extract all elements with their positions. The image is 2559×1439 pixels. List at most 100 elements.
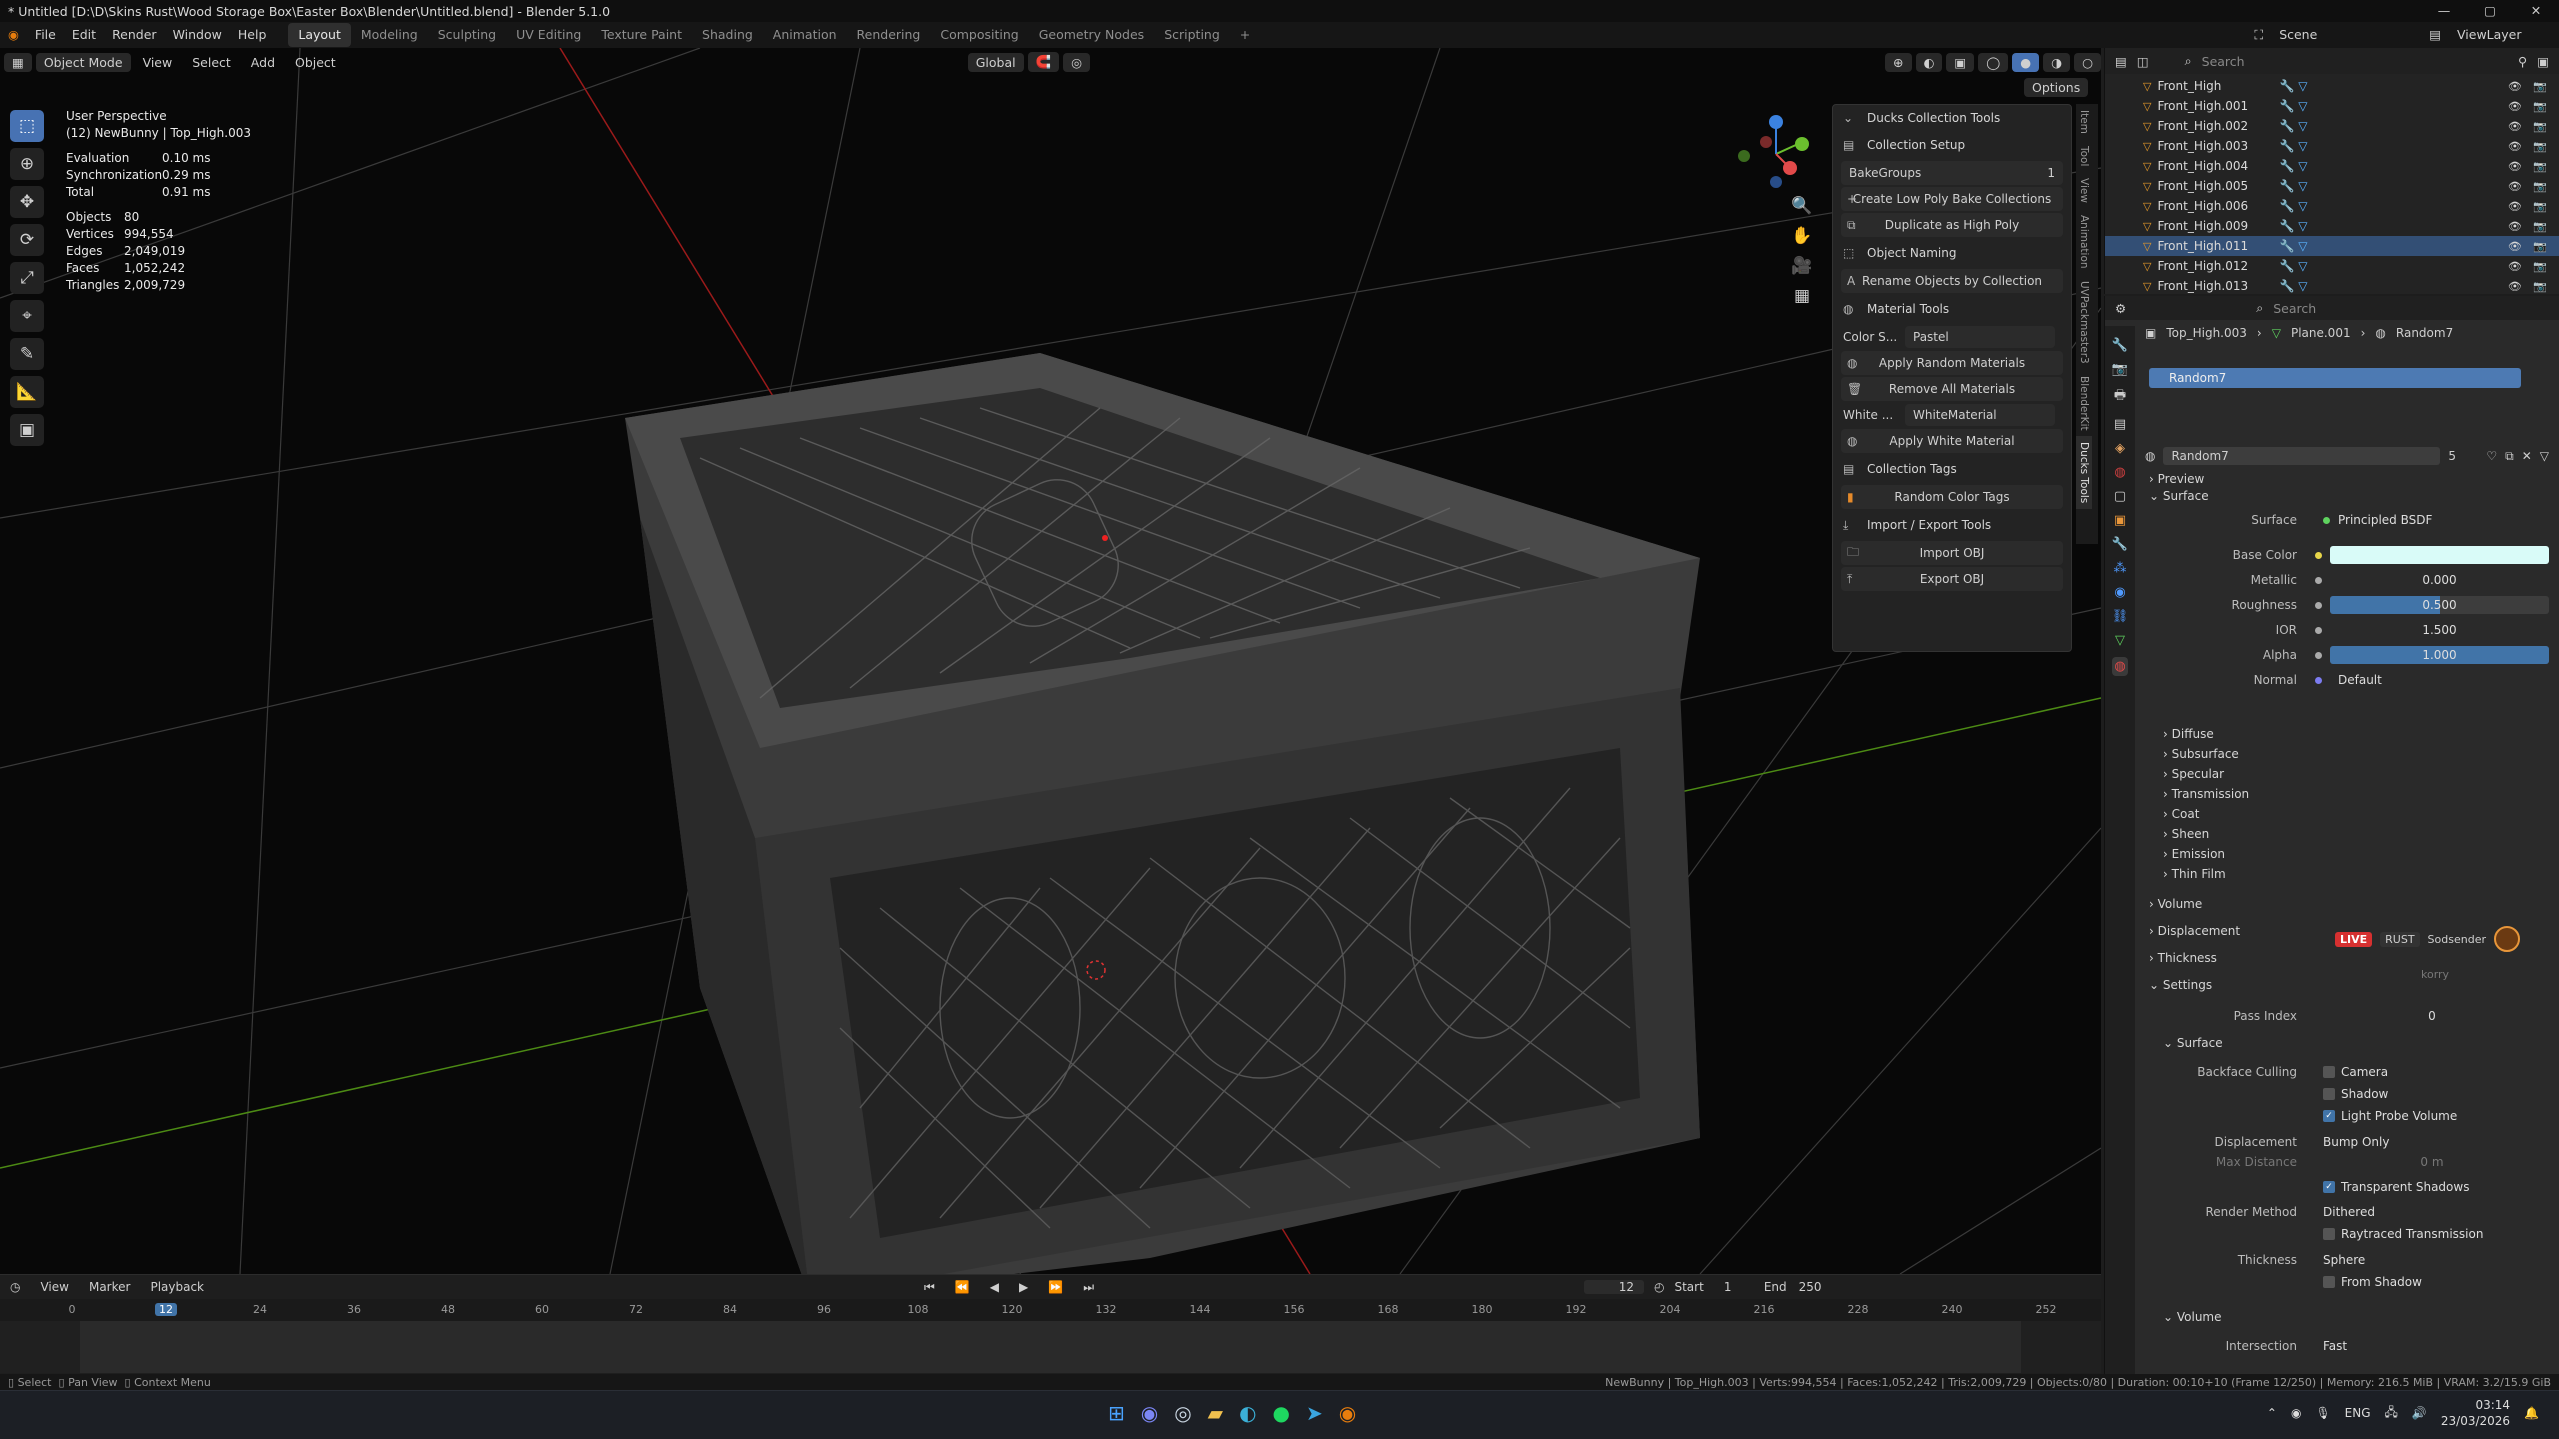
properties-editor-icon[interactable]: ⚙ xyxy=(2115,301,2126,316)
outliner-row[interactable]: ▽ Front_High.004 🔧 ▽ 👁 📷 xyxy=(2105,156,2559,176)
blender-taskbar-icon[interactable]: ◉ xyxy=(1339,1401,1356,1425)
properties-search[interactable]: Search xyxy=(2273,301,2316,316)
tab-modeling[interactable]: Modeling xyxy=(351,23,428,47)
menu-file[interactable]: File xyxy=(27,22,64,48)
subsurface-subpanel[interactable]: › Subsurface xyxy=(2163,747,2239,761)
tab-tool[interactable]: Tool xyxy=(2076,140,2092,172)
start-menu-icon[interactable]: ⊞ xyxy=(1108,1401,1125,1425)
clock[interactable]: 03:14 23/03/2026 xyxy=(2441,1397,2510,1429)
scene-tab-icon[interactable]: ◈ xyxy=(2115,441,2125,456)
material-slot-item[interactable]: Random7 xyxy=(2149,368,2521,388)
shading-rendered-icon[interactable]: ○ xyxy=(2074,52,2101,72)
render-tab-icon[interactable]: 📷 xyxy=(2112,362,2128,377)
current-frame-field[interactable]: 12 xyxy=(1584,1280,1644,1294)
modifier-icon[interactable]: 🔧 ▽ xyxy=(2279,219,2307,233)
add-workspace-button[interactable]: + xyxy=(1230,23,1260,47)
shadow-checkbox[interactable]: Shadow xyxy=(2315,1085,2549,1103)
microphone-icon[interactable]: 🎙 xyxy=(2315,1406,2330,1420)
visibility-toggles[interactable]: 👁 📷 xyxy=(2508,180,2551,193)
annotate-tool-icon[interactable]: ✎ xyxy=(10,338,44,370)
discord-icon[interactable]: ◉ xyxy=(1141,1401,1158,1425)
modifier-icon[interactable]: 🔧 ▽ xyxy=(2279,99,2307,113)
physics-tab-icon[interactable]: ◉ xyxy=(2114,585,2125,600)
visibility-toggles[interactable]: 👁 📷 xyxy=(2508,260,2551,273)
sheen-subpanel[interactable]: › Sheen xyxy=(2163,827,2209,841)
max-distance-field[interactable]: 0 m xyxy=(2315,1153,2549,1171)
tray-app-icon[interactable]: ◉ xyxy=(2291,1406,2301,1420)
tab-animation[interactable]: Animation xyxy=(763,23,847,47)
light-probe-checkbox[interactable]: ✓ Light Probe Volume xyxy=(2315,1107,2549,1125)
tab-layout[interactable]: Layout xyxy=(288,23,351,47)
diffuse-subpanel[interactable]: › Diffuse xyxy=(2163,727,2214,741)
end-frame-field[interactable]: 250 xyxy=(1799,1280,1839,1294)
visibility-toggles[interactable]: 👁 📷 xyxy=(2508,160,2551,173)
snap-icon[interactable]: 🧲 xyxy=(1027,52,1060,72)
duplicate-high-poly-button[interactable]: ⧉ Duplicate as High Poly xyxy=(1841,213,2063,237)
timeline-track[interactable] xyxy=(0,1321,2101,1373)
from-shadow-checkbox[interactable]: From Shadow xyxy=(2315,1273,2549,1291)
notifications-icon[interactable]: 🔔 xyxy=(2524,1406,2539,1420)
scale-tool-icon[interactable]: ⤢ xyxy=(10,262,44,294)
render-method-dropdown[interactable]: Dithered xyxy=(2315,1203,2549,1221)
displacement-dropdown[interactable]: Bump Only xyxy=(2315,1133,2549,1151)
normal-field[interactable]: Default xyxy=(2330,671,2549,689)
shading-solid-icon[interactable]: ● xyxy=(2012,52,2040,72)
settings-surface-subpanel[interactable]: ⌄ Surface xyxy=(2163,1036,2223,1050)
settings-volume-subpanel[interactable]: ⌄ Volume xyxy=(2163,1310,2222,1324)
white-material-field[interactable]: WhiteMaterial xyxy=(1905,404,2055,426)
tab-uv-editing[interactable]: UV Editing xyxy=(506,23,591,47)
thin-film-subpanel[interactable]: › Thin Film xyxy=(2163,867,2226,881)
maximize-button[interactable]: ▢ xyxy=(2467,0,2513,22)
play-reverse-icon[interactable]: ◀ xyxy=(980,1280,1009,1294)
transform-orientation-dropdown[interactable]: Global xyxy=(967,52,1024,72)
outliner-row[interactable]: ▽ Front_High.006 🔧 ▽ 👁 📷 xyxy=(2105,196,2559,216)
add-menu[interactable]: Add xyxy=(243,53,283,72)
coat-subpanel[interactable]: › Coat xyxy=(2163,807,2199,821)
ducks-panel-header[interactable]: ⌄ Ducks Collection Tools xyxy=(1833,105,2071,131)
tab-item[interactable]: Item xyxy=(2076,104,2092,140)
close-button[interactable]: ✕ xyxy=(2513,0,2559,22)
select-menu[interactable]: Select xyxy=(184,53,239,72)
visibility-toggles[interactable]: 👁 📷 xyxy=(2508,220,2551,233)
jump-end-icon[interactable]: ⏭ xyxy=(1073,1280,1104,1295)
modifier-icon[interactable]: 🔧 ▽ xyxy=(2279,279,2307,293)
displacement-section[interactable]: › Displacement xyxy=(2149,924,2240,938)
menu-render[interactable]: Render xyxy=(104,22,165,48)
timeline-view-menu[interactable]: View xyxy=(30,1280,78,1294)
outliner-row[interactable]: ▽ Front_High.003 🔧 ▽ 👁 📷 xyxy=(2105,136,2559,156)
modifier-icon[interactable]: 🔧 ▽ xyxy=(2279,119,2307,133)
blender-logo-icon[interactable]: ◉ xyxy=(0,22,27,48)
overlays-toggle-icon[interactable]: ◐ xyxy=(1915,52,1943,72)
duplicate-icon[interactable]: ⧉ xyxy=(2505,449,2514,464)
settings-section[interactable]: ⌄ Settings xyxy=(2149,978,2212,992)
import-obj-button[interactable]: 🗀 Import OBJ xyxy=(1841,541,2063,565)
tab-scripting[interactable]: Scripting xyxy=(1154,23,1230,47)
filter-icon[interactable]: ⚲ xyxy=(2518,54,2527,69)
camera-checkbox[interactable]: Camera xyxy=(2315,1063,2549,1081)
menu-edit[interactable]: Edit xyxy=(64,22,104,48)
apply-random-materials-button[interactable]: ◍ Apply Random Materials xyxy=(1841,351,2063,375)
tab-animation-side[interactable]: Animation xyxy=(2076,209,2092,275)
menu-window[interactable]: Window xyxy=(165,22,230,48)
file-explorer-icon[interactable]: ▰ xyxy=(1208,1401,1223,1425)
visibility-toggles[interactable]: 👁 📷 xyxy=(2508,280,2551,293)
jump-start-icon[interactable]: ⏮ xyxy=(914,1280,945,1295)
network-icon[interactable]: 🖧 xyxy=(2385,1403,2398,1424)
scene-selector[interactable]: Scene xyxy=(2271,22,2421,48)
modifiers-tab-icon[interactable]: 🔧 xyxy=(2112,537,2128,552)
steam-icon[interactable]: ◎ xyxy=(1174,1401,1191,1425)
menu-help[interactable]: Help xyxy=(230,22,275,48)
outliner-row[interactable]: ▽ Front_High.005 🔧 ▽ 👁 📷 xyxy=(2105,176,2559,196)
volume-icon[interactable]: 🔊 xyxy=(2412,1406,2427,1420)
modifier-icon[interactable]: 🔧 ▽ xyxy=(2279,259,2307,273)
visibility-toggles[interactable]: 👁 📷 xyxy=(2508,100,2551,113)
rename-objects-button[interactable]: A Rename Objects by Collection xyxy=(1841,269,2063,293)
mode-dropdown[interactable]: Object Mode xyxy=(35,52,131,72)
constraints-tab-icon[interactable]: ⛓ xyxy=(2112,609,2129,624)
data-tab-icon[interactable]: ▽ xyxy=(2115,633,2125,648)
export-obj-button[interactable]: ⤒ Export OBJ xyxy=(1841,567,2063,591)
material-browse-icon[interactable]: ◍ xyxy=(2145,449,2155,463)
options-button[interactable]: Options xyxy=(2024,78,2089,97)
transform-tool-icon[interactable]: ⌖ xyxy=(10,300,44,332)
color-scheme-dropdown[interactable]: Pastel xyxy=(1905,326,2055,348)
